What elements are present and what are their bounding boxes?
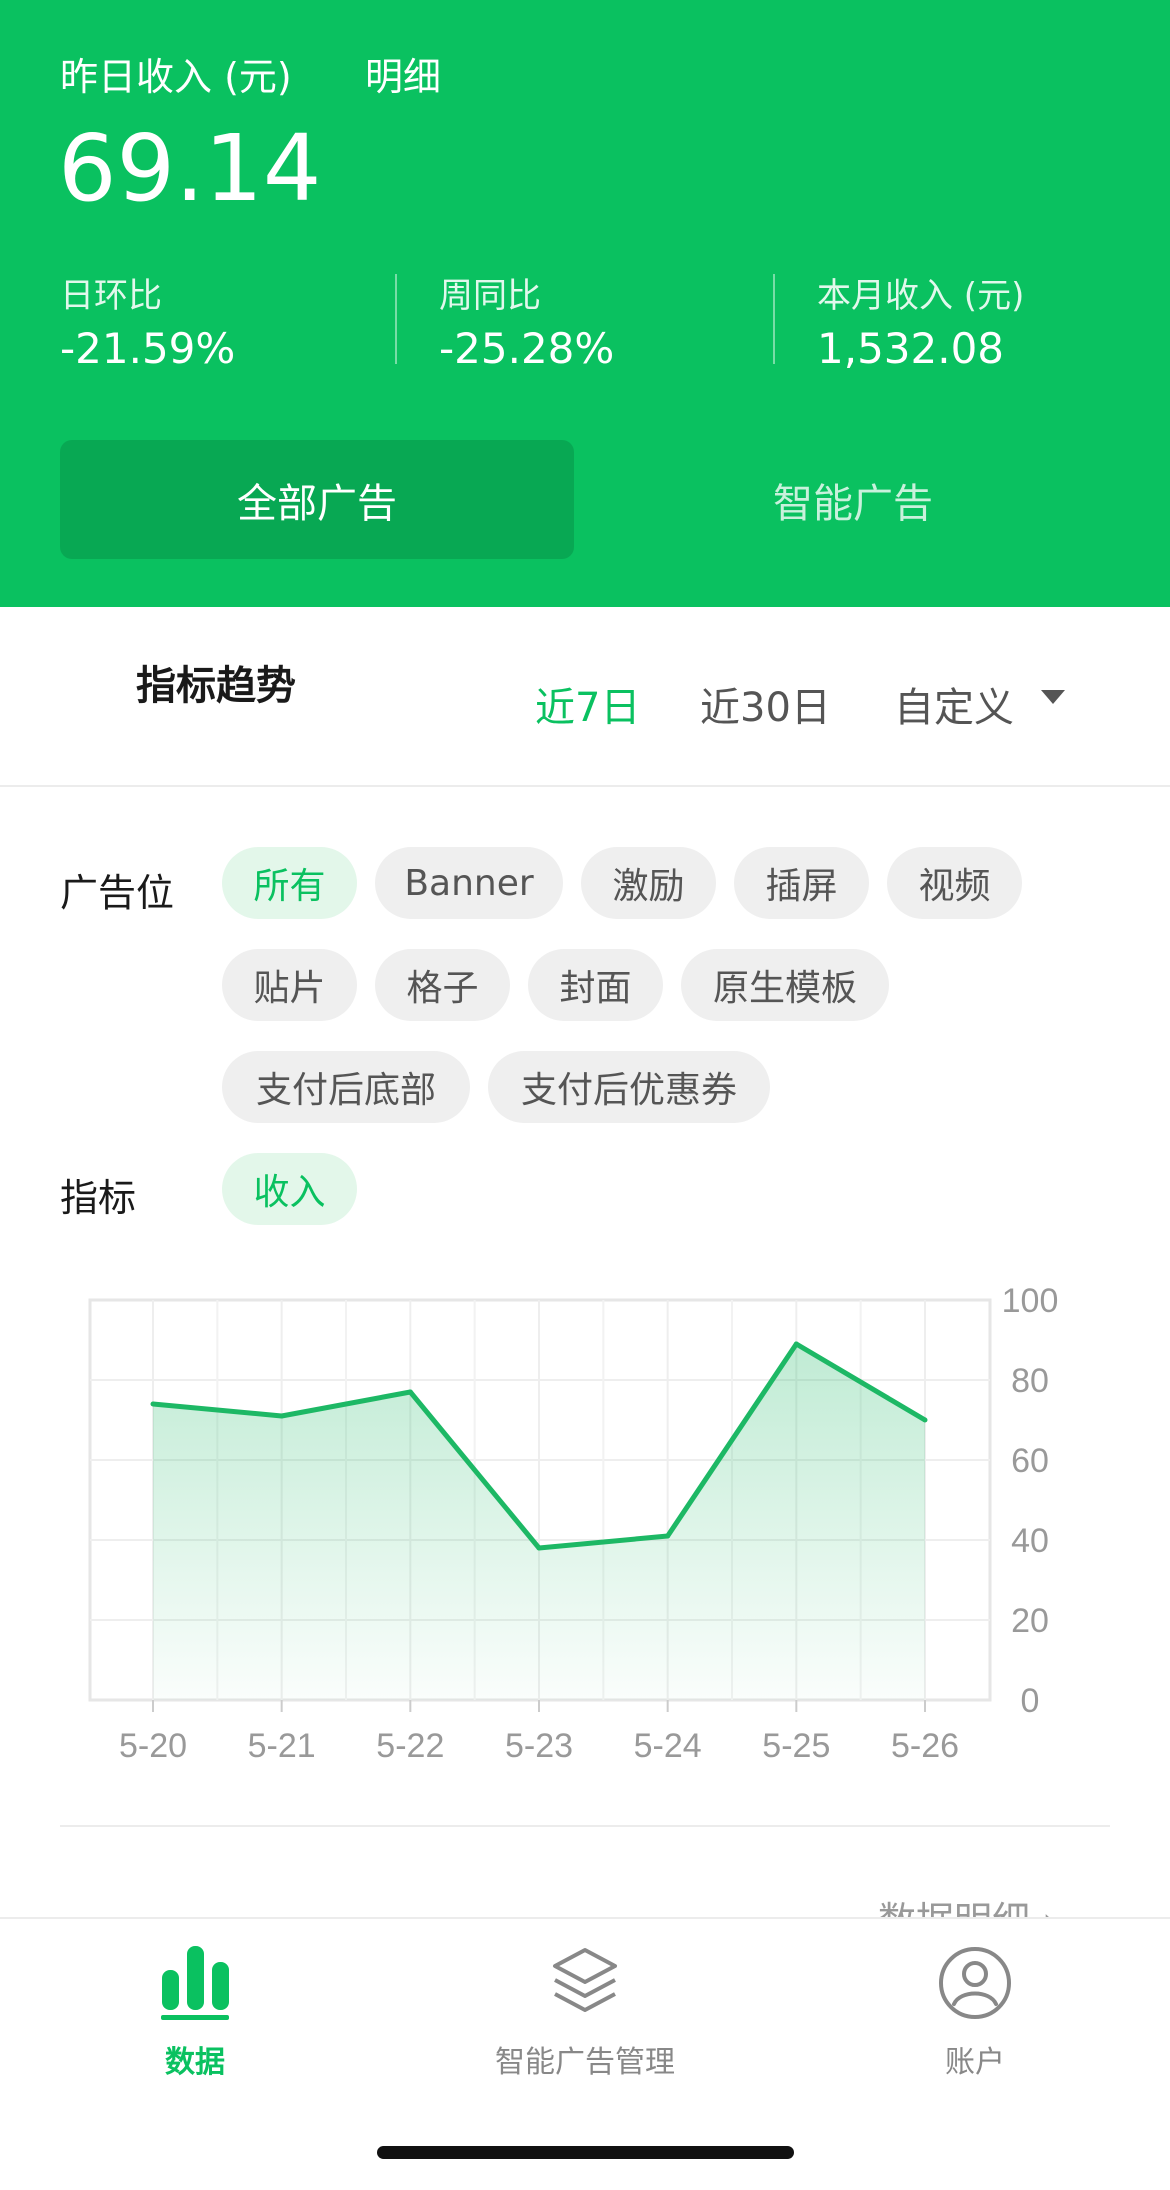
week-over-week-label: 周同比 [439, 276, 541, 316]
yesterday-income-amount: 69.14 [58, 115, 322, 222]
user-icon [939, 1947, 1011, 2019]
tab-data-label: 数据 [165, 2045, 225, 2080]
tab-data[interactable]: 数据 [0, 1919, 390, 2099]
chart-y-tick-label: 0 [1021, 1682, 1040, 1720]
range-30-days[interactable]: 近30日 [700, 675, 831, 733]
chart-y-tick-label: 60 [1011, 1442, 1049, 1480]
tab-all-ads[interactable]: 全部广告 [60, 440, 574, 559]
tab-account-label: 账户 [945, 2045, 1005, 2080]
placement-chip-native-template[interactable]: 原生模板 [681, 949, 889, 1021]
range-7-days[interactable]: 近7日 [535, 675, 640, 733]
chart-x-tick-label: 5-26 [891, 1727, 959, 1765]
month-income-label: 本月收入 (元) [817, 276, 1025, 316]
yesterday-income-title: 昨日收入 (元) [60, 55, 292, 99]
placement-chip-all[interactable]: 所有 [222, 847, 357, 919]
placement-chip-video[interactable]: 视频 [887, 847, 1022, 919]
placement-chip-patch[interactable]: 贴片 [222, 949, 357, 1021]
placement-chip-banner[interactable]: Banner [375, 847, 563, 919]
range-custom[interactable]: 自定义 [894, 675, 1014, 733]
chart-x-tick-label: 5-25 [762, 1727, 830, 1765]
stat-divider [395, 274, 397, 364]
income-trend-chart: 0 20 40 60 80 100 5-20 5-21 5-22 5-23 5-24 5-25 5-26 [88, 1282, 1059, 1765]
chart-data-point [922, 1417, 928, 1423]
chart-data-point [407, 1389, 413, 1395]
chart-x-tick-label: 5-23 [505, 1727, 573, 1765]
week-over-week-value: -25.28% [439, 324, 615, 373]
placement-chip-after-payment-bottom[interactable]: 支付后底部 [222, 1051, 470, 1123]
income-detail-link[interactable]: 明细 [365, 46, 441, 101]
section-divider [60, 1825, 1110, 1827]
chevron-down-icon[interactable] [1041, 690, 1065, 704]
placement-label: 广告位 [60, 871, 175, 915]
placement-chip-rewarded[interactable]: 激励 [581, 847, 716, 919]
income-header: 昨日收入 (元) 明细 69.14 日环比 -21.59% 周同比 -25.28… [0, 0, 1170, 607]
placement-chip-cover[interactable]: 封面 [528, 949, 663, 1021]
chart-x-tick-label: 5-21 [248, 1727, 316, 1765]
layers-icon [553, 1948, 617, 2012]
chart-y-tick-label: 100 [1002, 1282, 1059, 1320]
chart-data-point [150, 1401, 156, 1407]
stat-divider [773, 274, 775, 364]
chart-y-tick-label: 20 [1011, 1602, 1049, 1640]
placement-chip-interstitial[interactable]: 插屏 [734, 847, 869, 919]
day-over-day-label: 日环比 [60, 276, 162, 316]
day-over-day-value: -21.59% [60, 324, 236, 373]
placement-chip-after-payment-coupon[interactable]: 支付后优惠券 [488, 1051, 770, 1123]
home-indicator [377, 2146, 794, 2159]
chart-y-tick-label: 40 [1011, 1522, 1049, 1560]
trend-section-title: 指标趋势 [136, 663, 296, 709]
chart-x-tick-label: 5-20 [119, 1727, 187, 1765]
tab-account[interactable]: 账户 [780, 1919, 1170, 2099]
chart-x-tick-label: 5-22 [376, 1727, 444, 1765]
chart-y-tick-label: 80 [1011, 1362, 1049, 1400]
chart-data-point [279, 1413, 285, 1419]
section-divider [0, 785, 1170, 787]
bar-chart-icon [161, 1946, 229, 2020]
placement-chip-grid[interactable]: 格子 [375, 949, 510, 1021]
chart-x-tick-label: 5-24 [634, 1727, 702, 1765]
metric-label: 指标 [60, 1176, 137, 1220]
metric-chip-income[interactable]: 收入 [222, 1153, 357, 1225]
tab-smart-ad-management[interactable]: 智能广告管理 [390, 1919, 780, 2099]
tab-smart-ad-management-label: 智能广告管理 [495, 2045, 675, 2080]
chart-data-point [665, 1533, 671, 1539]
tab-smart-ads[interactable]: 智能广告 [703, 440, 1003, 559]
month-income-value: 1,532.08 [817, 324, 1005, 373]
chart-data-point [536, 1545, 542, 1551]
chart-data-point [793, 1341, 799, 1347]
